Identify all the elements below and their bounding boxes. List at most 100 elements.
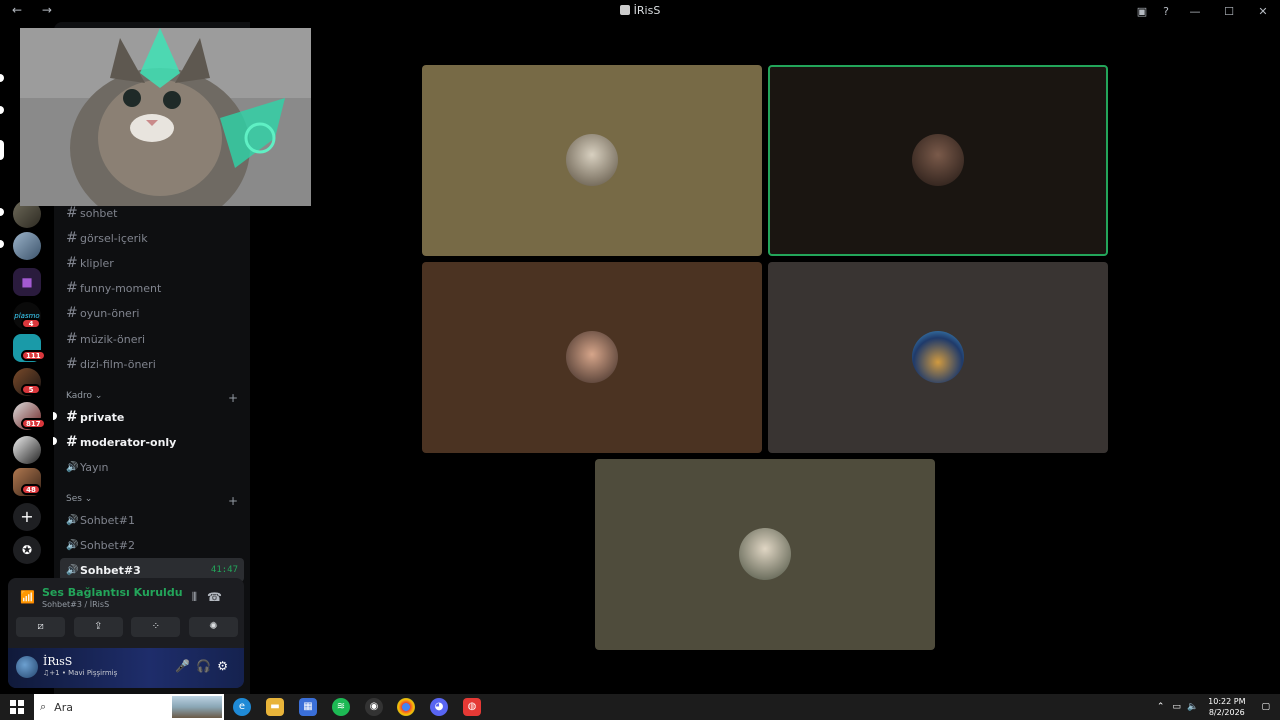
channel-oyun-oneri[interactable]: # oyun-öneri (60, 301, 244, 325)
minimize-button[interactable]: — (1178, 5, 1212, 18)
category-ses[interactable]: Ses ⌄ + (66, 494, 238, 508)
participant-tile[interactable] (422, 262, 762, 453)
channel-label: sohbet (80, 206, 118, 220)
gear-icon[interactable]: ⚙ (217, 659, 234, 673)
voice-channel-sohbet1[interactable]: 🔊 Sohbet#1 (60, 508, 244, 532)
time: 10:22 PM (1208, 697, 1246, 706)
close-button[interactable]: ✕ (1246, 5, 1280, 18)
clock[interactable]: 10:22 PM 8/2/2026 (1208, 696, 1245, 718)
chevron-up-icon[interactable]: ⌃ (1157, 702, 1165, 712)
participant-tile[interactable] (768, 262, 1108, 453)
signal-icon[interactable]: 📶 (20, 590, 35, 604)
camera-button[interactable]: ⧄ (16, 617, 65, 637)
channel-funny-moment[interactable]: # funny-moment (60, 276, 244, 300)
file-explorer-icon[interactable]: ▬ (266, 698, 284, 716)
participant-tile-speaking[interactable] (768, 65, 1108, 256)
channel-gorsel-icerik[interactable]: # görsel-içerik (60, 226, 244, 250)
server-icon[interactable] (13, 436, 41, 464)
edge-icon[interactable]: e (233, 698, 251, 716)
speaker-icon: 🔊 (66, 461, 79, 473)
avatar[interactable] (16, 656, 38, 678)
username[interactable]: İRısS (43, 655, 72, 668)
speaker-icon: 🔊 (66, 564, 79, 576)
add-server-icon[interactable]: + (13, 503, 41, 531)
volume-icon[interactable]: 🔈 (1187, 702, 1198, 712)
avatar (739, 528, 791, 580)
user-panel: İRısS ♫+1 • Mavi Pişşirmiş 🎤🎧⚙ (8, 648, 244, 688)
channel-label: funny-moment (80, 281, 162, 295)
help-icon[interactable]: ? (1154, 5, 1178, 18)
activities-button[interactable]: ⁘ (131, 617, 181, 637)
channel-label: görsel-içerik (80, 231, 148, 245)
server-pill (0, 208, 4, 216)
inbox-icon[interactable]: ▣ (1130, 5, 1154, 18)
app-icon[interactable]: ◍ (463, 698, 481, 716)
channel-label: klipler (80, 256, 114, 270)
mention-badge: 817 (21, 418, 46, 429)
channel-muzik-oneri[interactable]: # müzik-öneri (60, 327, 244, 351)
server-pill (0, 240, 4, 248)
channel-label: müzik-öneri (80, 332, 146, 346)
participant-tile[interactable] (595, 459, 935, 650)
network-icon[interactable]: ▭ (1172, 702, 1181, 712)
chrome-icon[interactable] (397, 698, 415, 716)
server-icon (619, 5, 630, 15)
channel-label: private (80, 410, 125, 424)
add-channel-icon[interactable]: + (228, 494, 238, 508)
spotify-icon[interactable]: ≋ (332, 698, 350, 716)
window-title-text: İRisS (633, 4, 661, 17)
title-bar: ← → İRisS ▣ ? — ☐ ✕ (0, 0, 1280, 22)
hash-icon: # (66, 280, 78, 296)
search-icon: ⌕ (40, 700, 47, 713)
soundboard-button[interactable]: ✺ (188, 617, 238, 637)
mention-badge: 5 (21, 384, 41, 395)
mention-badge: 48 (21, 484, 41, 495)
channel-klipler[interactable]: # klipler (60, 251, 244, 275)
category-kadro[interactable]: Kadro ⌄ + (66, 391, 238, 405)
folder-icon[interactable]: ■ (13, 268, 41, 296)
voice-actions: ⦀☎ (192, 590, 232, 605)
channel-yayin[interactable]: 🔊 Yayın (60, 455, 244, 479)
mention-badge: 4 (21, 318, 41, 329)
noise-suppression-icon[interactable]: ⦀ (192, 590, 207, 604)
server-pill (0, 140, 4, 160)
channel-moderator-only[interactable]: # moderator-only (60, 430, 244, 454)
server-pill (0, 74, 4, 82)
category-label: Ses ⌄ (66, 494, 93, 504)
channel-dizi-film-oneri[interactable]: # dizi-film-öneri (60, 352, 244, 376)
windows-start-icon[interactable] (10, 700, 24, 714)
microphone-icon[interactable]: 🎤 (175, 659, 196, 673)
window-title: İRisS (0, 4, 1280, 17)
hash-icon: # (66, 205, 78, 221)
category-label: Kadro ⌄ (66, 391, 103, 401)
speaker-icon: 🔊 (66, 514, 79, 526)
participant-tile[interactable] (422, 65, 762, 256)
server-icon[interactable] (13, 232, 41, 260)
hash-icon: # (66, 255, 78, 271)
screen-share-button[interactable]: ⇪ (73, 617, 123, 637)
add-channel-icon[interactable]: + (228, 391, 238, 405)
channel-label: Sohbet#2 (80, 538, 135, 552)
headphones-icon[interactable]: 🎧 (196, 659, 217, 673)
voice-channel-sohbet2[interactable]: 🔊 Sohbet#2 (60, 533, 244, 557)
taskbar-search[interactable]: ⌕ Ara (34, 694, 224, 720)
disconnect-icon[interactable]: ☎ (207, 590, 232, 604)
system-tray: ⌃ ▭ 🔈 10:22 PM 8/2/2026 ▢ (1157, 694, 1270, 720)
channel-private[interactable]: # private (60, 405, 244, 429)
voice-location[interactable]: Sohbet#3 / İRisS (42, 600, 109, 609)
channel-label: Yayın (80, 460, 109, 474)
voice-connection-panel: 📶 Ses Bağlantısı Kuruldu Sohbet#3 / İRis… (8, 578, 244, 688)
voice-status: Ses Bağlantısı Kuruldu (42, 586, 183, 599)
picture-in-picture[interactable] (20, 28, 311, 206)
avatar (912, 134, 964, 186)
hash-icon: # (66, 331, 78, 347)
explore-icon[interactable]: ✪ (13, 536, 41, 564)
discord-icon[interactable]: ◕ (430, 698, 448, 716)
hash-icon: # (66, 305, 78, 321)
store-icon[interactable]: ▦ (299, 698, 317, 716)
obs-icon[interactable]: ◉ (365, 698, 383, 716)
locked-hash-icon: # (66, 409, 78, 425)
maximize-button[interactable]: ☐ (1212, 5, 1246, 18)
speaker-icon: 🔊 (66, 539, 79, 551)
notification-icon[interactable]: ▢ (1261, 702, 1270, 712)
